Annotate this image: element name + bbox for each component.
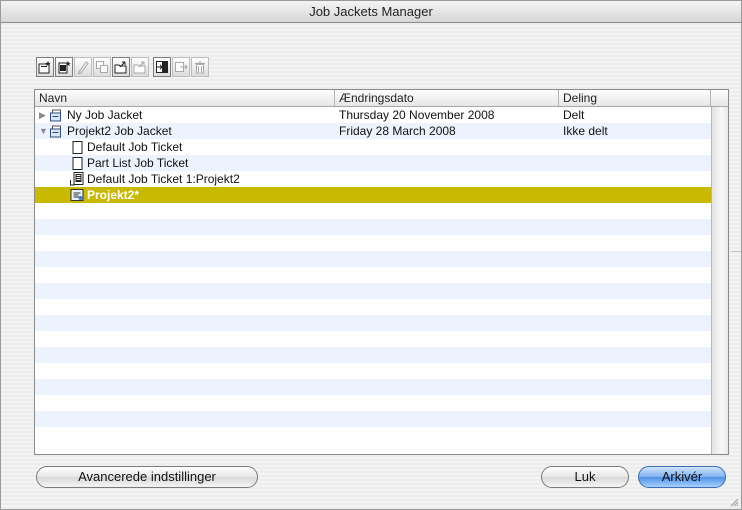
list-item[interactable]: ▼ Projekt2 Job Jacket Friday 28 March 2008… — [35, 123, 711, 139]
list-item[interactable]: Default Job Ticket — [35, 139, 711, 155]
vertical-scrollbar[interactable] — [711, 107, 728, 454]
empty-row — [35, 395, 711, 411]
empty-row — [35, 283, 711, 299]
new-jacket-icon — [38, 61, 51, 74]
jacket-icon — [50, 109, 61, 122]
empty-row — [35, 411, 711, 427]
trash-icon — [195, 61, 205, 74]
job-jackets-list[interactable]: Navn Ændringsdato Deling ▶ Ny Job Jacket T… — [34, 89, 729, 455]
duplicate-button[interactable] — [93, 57, 111, 77]
item-date: Thursday 20 November 2008 — [339, 108, 495, 122]
archive-button[interactable]: Arkivér — [638, 466, 726, 488]
list-item[interactable]: Default Job Ticket 1:Projekt2 — [35, 171, 711, 187]
duplicate-icon — [96, 61, 108, 73]
close-button[interactable]: Luk — [541, 466, 629, 488]
import-button[interactable] — [153, 57, 171, 77]
project-ticket-icon — [70, 172, 84, 186]
item-name: Ny Job Jacket — [67, 108, 143, 122]
folder-open-icon — [114, 61, 127, 74]
empty-row — [35, 203, 711, 219]
item-name: Projekt2 Job Jacket — [67, 124, 172, 138]
column-sharing-header[interactable]: Deling — [559, 90, 711, 106]
resize-grip-icon[interactable] — [729, 497, 739, 507]
pencil-icon — [77, 61, 89, 74]
new-job-ticket-button[interactable] — [55, 57, 73, 77]
open-folder-2-button[interactable] — [131, 57, 149, 77]
empty-row — [35, 315, 711, 331]
empty-row — [35, 363, 711, 379]
advanced-settings-button[interactable]: Avancerede indstillinger — [36, 466, 258, 488]
window-title: Job Jackets Manager — [309, 4, 433, 19]
export-button[interactable] — [172, 57, 190, 77]
empty-row — [35, 347, 711, 363]
item-name: Projekt2* — [87, 188, 140, 202]
column-name-header[interactable]: Navn — [35, 90, 335, 106]
item-sharing: Delt — [563, 108, 585, 122]
disclosure-open-icon[interactable]: ▼ — [39, 123, 49, 139]
project-icon — [70, 189, 84, 201]
list-item[interactable]: Part List Job Ticket — [35, 155, 711, 171]
ticket-icon — [72, 141, 83, 154]
empty-row — [35, 235, 711, 251]
list-item[interactable]: ▶ Ny Job Jacket Thursday 20 November 2008 D… — [35, 107, 711, 123]
toolbar — [36, 57, 210, 79]
job-jackets-manager-window: Job Jackets Manager Navn Ændringsdato De… — [0, 0, 742, 510]
disclosure-closed-icon[interactable]: ▶ — [39, 107, 49, 123]
ticket-icon — [72, 157, 83, 170]
column-header: Navn Ændringsdato Deling — [35, 90, 728, 107]
window-edge-mark — [731, 251, 741, 252]
list-rows: ▶ Ny Job Jacket Thursday 20 November 2008 D… — [35, 107, 711, 443]
empty-row — [35, 379, 711, 395]
folder-export-icon — [133, 61, 146, 74]
list-item[interactable]: Projekt2* — [35, 187, 711, 203]
empty-row — [35, 331, 711, 347]
empty-row — [35, 251, 711, 267]
empty-row — [35, 299, 711, 315]
column-date-header[interactable]: Ændringsdato — [335, 90, 559, 106]
jacket-icon — [50, 125, 61, 138]
edit-button[interactable] — [74, 57, 92, 77]
new-job-jacket-button[interactable] — [36, 57, 54, 77]
item-sharing: Ikke delt — [563, 124, 608, 138]
item-date: Friday 28 March 2008 — [339, 124, 456, 138]
item-name: Default Job Ticket — [87, 140, 183, 154]
new-ticket-icon — [58, 61, 71, 74]
item-name: Default Job Ticket 1:Projekt2 — [87, 172, 240, 186]
empty-row — [35, 427, 711, 443]
import-icon — [156, 61, 168, 73]
export-icon — [175, 62, 188, 72]
empty-row — [35, 267, 711, 283]
item-name: Part List Job Ticket — [87, 156, 189, 170]
title-bar[interactable]: Job Jackets Manager — [1, 1, 741, 23]
empty-row — [35, 219, 711, 235]
open-folder-button[interactable] — [112, 57, 130, 77]
delete-button[interactable] — [191, 57, 209, 77]
